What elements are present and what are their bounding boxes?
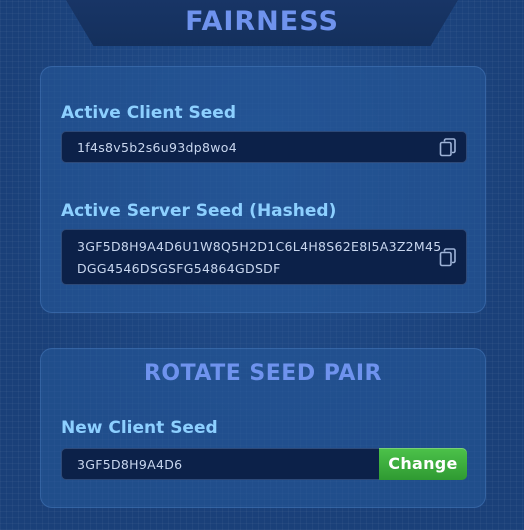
- copy-icon[interactable]: [439, 138, 457, 157]
- active-client-seed-field: 1f4s8v5b2s6u93dp8wo4: [61, 131, 467, 163]
- page-title: FAIRNESS: [185, 6, 339, 37]
- active-server-seed-field: 3GF5D8H9A4D6U1W8Q5H2D1C6L4H8S62E8I5A3Z2M…: [61, 229, 467, 285]
- new-client-seed-value: 3GF5D8H9A4D6: [77, 457, 183, 472]
- active-client-seed-value: 1f4s8v5b2s6u93dp8wo4: [77, 140, 237, 155]
- rotate-seed-panel: ROTATE SEED PAIR New Client Seed 3GF5D8H…: [40, 348, 486, 508]
- server-seed-line-1: 3GF5D8H9A4D6U1W8Q5H2D1C6L4H8S62E8I5A3Z2M…: [77, 239, 442, 254]
- rotate-seed-title: ROTATE SEED PAIR: [143, 361, 383, 386]
- active-server-seed-label: Active Server Seed (Hashed): [61, 201, 337, 221]
- new-client-seed-label: New Client Seed: [61, 418, 218, 438]
- active-seeds-panel: Active Client Seed 1f4s8v5b2s6u93dp8wo4 …: [40, 66, 486, 313]
- change-button[interactable]: Change: [379, 448, 467, 480]
- active-client-seed-label: Active Client Seed: [61, 103, 236, 123]
- server-seed-line-2: DGG4546DSGSFG54864GDSDF: [77, 261, 281, 276]
- active-server-seed-value: 3GF5D8H9A4D6U1W8Q5H2D1C6L4H8S62E8I5A3Z2M…: [77, 236, 442, 280]
- new-client-seed-input[interactable]: 3GF5D8H9A4D6 Change: [61, 448, 467, 480]
- copy-icon[interactable]: [439, 248, 457, 267]
